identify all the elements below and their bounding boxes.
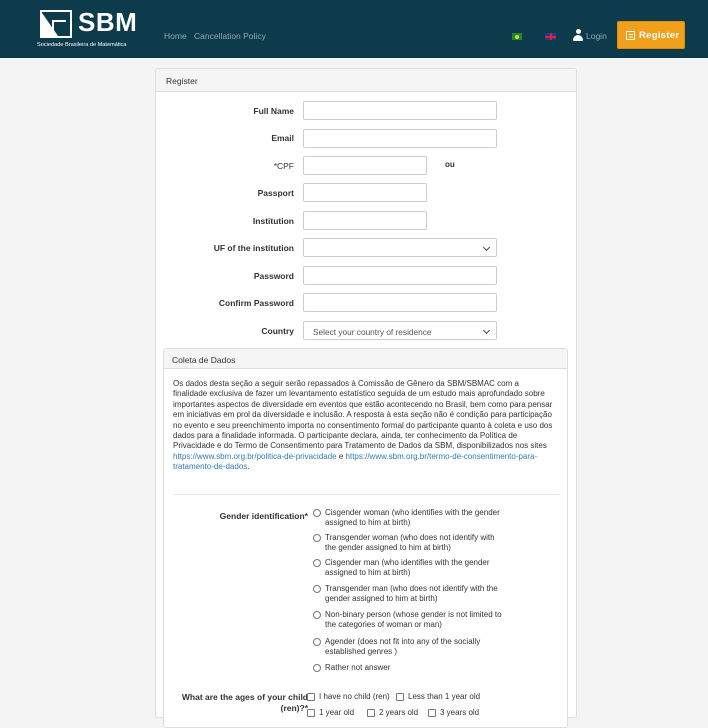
gender-label: Gender identification* — [219, 511, 308, 521]
navbar: SBM Sociedade Brasileira de Matemática H… — [0, 0, 708, 58]
uf-label: UF of the institution — [213, 243, 294, 253]
uk-flag-icon[interactable] — [545, 33, 556, 40]
panel-title: Register — [166, 76, 198, 86]
password-input[interactable] — [303, 266, 497, 285]
login-link[interactable]: Login — [586, 31, 607, 41]
checkbox[interactable] — [428, 709, 436, 717]
sbm-logo-icon — [40, 10, 72, 38]
data-collection-panel: Coleta de Dados Os dados desta seção a s… — [163, 348, 568, 728]
radio-button[interactable] — [313, 534, 321, 542]
checkbox[interactable] — [307, 693, 315, 701]
cpf-input[interactable] — [303, 156, 427, 175]
institution-label: Institution — [252, 216, 294, 226]
radio-button[interactable] — [313, 638, 321, 646]
register-button[interactable]: Register — [617, 21, 685, 49]
register-form-icon — [626, 31, 635, 40]
sbm-logo[interactable]: SBM Sociedade Brasileira de Matemática — [34, 7, 154, 52]
checkbox[interactable] — [307, 709, 315, 717]
chevron-down-icon — [482, 326, 491, 335]
cpf-label: *CPF — [273, 161, 294, 171]
radio-button[interactable] — [313, 611, 321, 619]
radio-button[interactable] — [313, 664, 321, 672]
divider — [173, 494, 559, 495]
link-end: . — [247, 462, 250, 472]
brazil-flag-icon[interactable] — [512, 33, 522, 40]
chevron-down-icon — [482, 243, 491, 252]
register-panel: Register Full Name Email *CPF ou Passpor… — [155, 68, 577, 728]
country-label: Country — [261, 326, 294, 336]
checkbox[interactable] — [396, 693, 404, 701]
checkbox[interactable] — [367, 709, 375, 717]
confirm-password-input[interactable] — [303, 293, 497, 312]
data-collection-paragraph: Os dados desta seção a seguir serão repa… — [173, 379, 555, 473]
confirm-password-label: Confirm Password — [218, 298, 294, 308]
email-label: Email — [271, 133, 294, 143]
country-select[interactable]: Select your country of residence — [303, 321, 497, 340]
register-button-label: Register — [639, 30, 680, 41]
passport-label: Passport — [257, 188, 294, 198]
privacy-policy-link[interactable]: https://www.sbm.org.br/politica-de-priva… — [173, 452, 337, 461]
logo-text: SBM — [78, 7, 138, 37]
password-label: Password — [253, 271, 294, 281]
nav-cancellation-policy-link[interactable]: Cancellation Policy — [194, 31, 266, 41]
user-icon[interactable] — [573, 29, 583, 41]
link-joiner: e — [336, 451, 346, 461]
nav-home-link[interactable]: Home — [164, 31, 187, 41]
country-select-value: Select your country of residence — [313, 327, 432, 337]
passport-input[interactable] — [303, 183, 427, 202]
register-panel-heading: Register — [156, 69, 576, 92]
radio-button[interactable] — [313, 585, 321, 593]
radio-button[interactable] — [313, 509, 321, 517]
institution-input[interactable] — [303, 211, 427, 230]
consent-text: Os dados desta seção a seguir serão repa… — [173, 379, 553, 451]
data-collection-title: Coleta de Dados — [172, 355, 236, 365]
uf-select[interactable] — [303, 238, 497, 257]
full-name-label: Full Name — [253, 106, 294, 116]
full-name-input[interactable] — [303, 101, 497, 120]
data-collection-heading: Coleta de Dados — [164, 349, 567, 369]
cpf-or-text: ou — [445, 160, 455, 169]
radio-button[interactable] — [313, 559, 321, 567]
logo-subtitle: Sociedade Brasileira de Matemática — [37, 42, 127, 48]
email-input[interactable] — [303, 129, 497, 148]
